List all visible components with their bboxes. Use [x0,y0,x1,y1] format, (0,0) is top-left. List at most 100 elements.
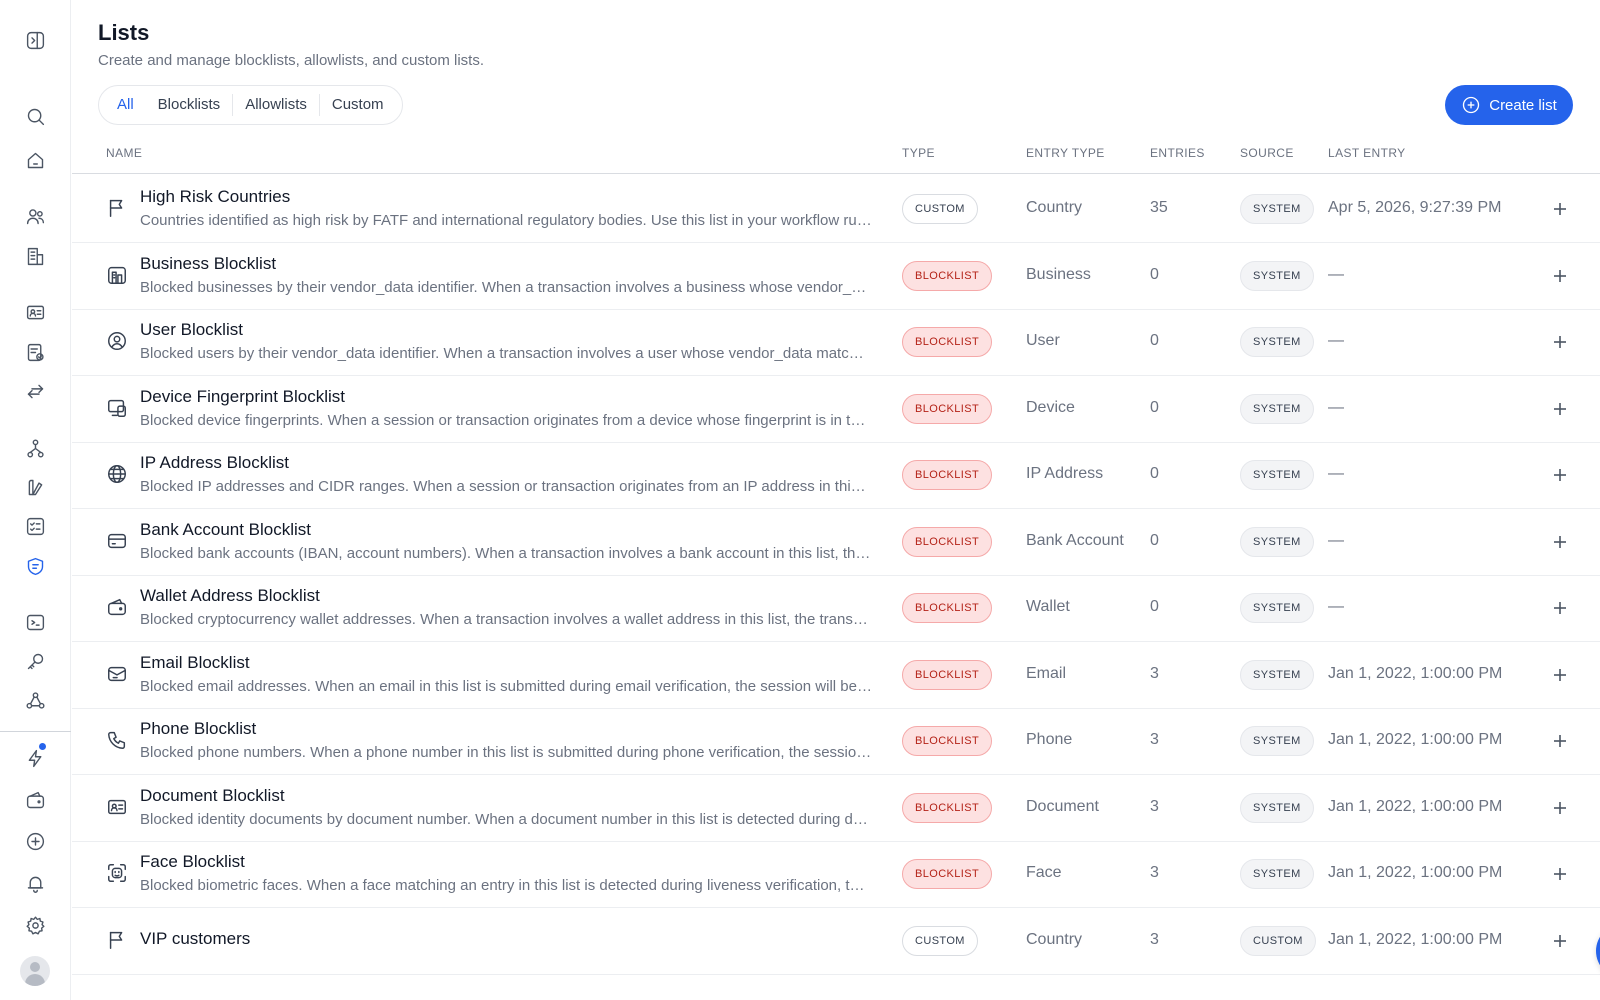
entry-type: User [1026,332,1060,349]
add-entry-button[interactable] [1548,264,1572,288]
last-entry: Jan 1, 2022, 1:00:00 PM [1328,930,1503,948]
list-description: Blocked bank accounts (IBAN, account num… [140,544,872,562]
list-name[interactable]: Email Blocklist [140,653,250,673]
plus-circle-icon[interactable] [23,829,47,853]
column-header-entries[interactable]: ENTRIES [1150,146,1205,160]
add-entry-button[interactable] [1548,530,1572,554]
analytics-icon[interactable] [23,475,47,499]
avatar[interactable] [20,956,50,986]
add-entry-button[interactable] [1548,397,1572,421]
list-name[interactable]: Document Blocklist [140,786,285,806]
tab-blocklists[interactable]: Blocklists [146,93,233,117]
key-icon[interactable] [23,649,47,673]
tab-custom[interactable]: Custom [320,93,396,117]
sidebar-toggle-icon[interactable] [23,28,47,52]
phone-icon [106,729,130,753]
shield-list-icon[interactable] [23,554,47,578]
entries-count: 3 [1150,731,1159,748]
create-list-button[interactable]: Create list [1445,85,1573,125]
table-header: NAME TYPE ENTRY TYPE ENTRIES SOURCE LAST… [72,140,1600,174]
entries-count: 0 [1150,398,1159,416]
plus-icon [1554,269,1566,282]
list-name[interactable]: Face Blocklist [140,852,245,872]
list-description: Blocked device fingerprints. When a sess… [140,411,872,429]
list-name[interactable]: Wallet Address Blocklist [140,586,320,606]
list-name[interactable]: IP Address Blocklist [140,453,289,473]
table-row[interactable]: Wallet Address Blocklist Blocked cryptoc… [72,574,1600,642]
table-row[interactable]: Face Blocklist Blocked biometric faces. … [72,840,1600,908]
plus-icon [1554,336,1566,348]
webhook-icon[interactable] [23,688,47,712]
add-entry-button[interactable] [1548,663,1572,687]
source-badge: SYSTEM [1240,327,1314,357]
type-badge: BLOCKLIST [902,460,993,490]
list-description: Blocked identity documents by document n… [140,810,872,828]
last-entry: Jan 1, 2022, 1:00:00 PM [1328,731,1503,748]
list-name[interactable]: Bank Account Blocklist [140,520,311,540]
column-header-type[interactable]: TYPE [902,146,935,160]
add-entry-button[interactable] [1548,929,1572,953]
last-entry: — [1328,265,1344,283]
add-entry-button[interactable] [1548,729,1572,753]
table-row[interactable]: Phone Blocklist Blocked phone numbers. W… [72,707,1600,775]
arrows-exchange-icon[interactable] [23,379,47,403]
column-header-source[interactable]: SOURCE [1240,146,1294,160]
add-entry-button[interactable] [1548,596,1572,620]
add-entry-button[interactable] [1548,330,1572,354]
table-row[interactable]: Document Blocklist Blocked identity docu… [72,774,1600,842]
table-row[interactable]: Business Blocklist Blocked businesses by… [72,242,1600,310]
table-row[interactable]: Bank Account Blocklist Blocked bank acco… [72,508,1600,576]
id-card-icon[interactable] [23,300,47,324]
workflow-icon[interactable] [23,436,47,460]
entry-type: Document [1026,797,1099,815]
document-check-icon[interactable] [23,340,47,364]
tab-allowlists[interactable]: Allowlists [233,93,319,117]
last-entry: — [1328,332,1344,349]
list-name[interactable]: Device Fingerprint Blocklist [140,387,345,407]
list-name[interactable]: VIP customers [140,929,250,949]
plus-icon [1554,402,1566,415]
list-name[interactable]: High Risk Countries [140,187,290,207]
list-name[interactable]: User Blocklist [140,320,243,340]
add-entry-button[interactable] [1548,463,1572,487]
table-row[interactable]: IP Address Blocklist Blocked IP addresse… [72,441,1600,509]
wallet-icon[interactable] [23,788,47,812]
terminal-icon[interactable] [23,610,47,634]
list-name[interactable]: Business Blocklist [140,254,276,274]
sidebar [0,0,71,1000]
gear-icon[interactable] [23,913,47,937]
flag-icon [106,197,130,221]
search-icon[interactable] [23,104,47,128]
entries-count: 0 [1150,531,1159,549]
tab-all[interactable]: All [105,93,146,117]
column-header-name[interactable]: NAME [106,146,142,160]
add-entry-button[interactable] [1548,197,1572,221]
entries-count: 0 [1150,332,1159,349]
users-icon[interactable] [23,204,47,228]
table-row[interactable]: High Risk Countries Countries identified… [72,175,1600,243]
checklist-icon[interactable] [23,514,47,538]
last-entry: Jan 1, 2022, 1:00:00 PM [1328,664,1503,682]
table-row[interactable]: VIP customers CUSTOM Country 3 CUSTOM Ja… [72,907,1600,975]
filter-tabs: All Blocklists Allowlists Custom [98,85,403,125]
type-badge: CUSTOM [902,194,978,224]
entry-type: Device [1026,398,1075,416]
plus-circle-icon [1463,96,1480,114]
source-badge: SYSTEM [1240,526,1314,557]
bell-icon[interactable] [23,871,47,895]
notification-dot [38,742,47,751]
table-row[interactable]: Email Blocklist Blocked email addresses.… [72,641,1600,709]
list-name[interactable]: Phone Blocklist [140,719,256,739]
add-entry-button[interactable] [1548,862,1572,886]
lightning-icon[interactable] [23,742,47,770]
home-icon[interactable] [23,148,47,172]
table-row[interactable]: User Blocklist Blocked users by their ve… [72,308,1600,376]
buildings-icon[interactable] [23,244,47,268]
source-badge: SYSTEM [1240,726,1314,756]
entries-count: 0 [1150,265,1159,283]
column-header-entry-type[interactable]: ENTRY TYPE [1026,146,1105,160]
column-header-last-entry[interactable]: LAST ENTRY [1328,146,1406,160]
table-row[interactable]: Device Fingerprint Blocklist Blocked dev… [72,375,1600,443]
list-description: Countries identified as high risk by FAT… [140,212,872,229]
add-entry-button[interactable] [1548,796,1572,820]
